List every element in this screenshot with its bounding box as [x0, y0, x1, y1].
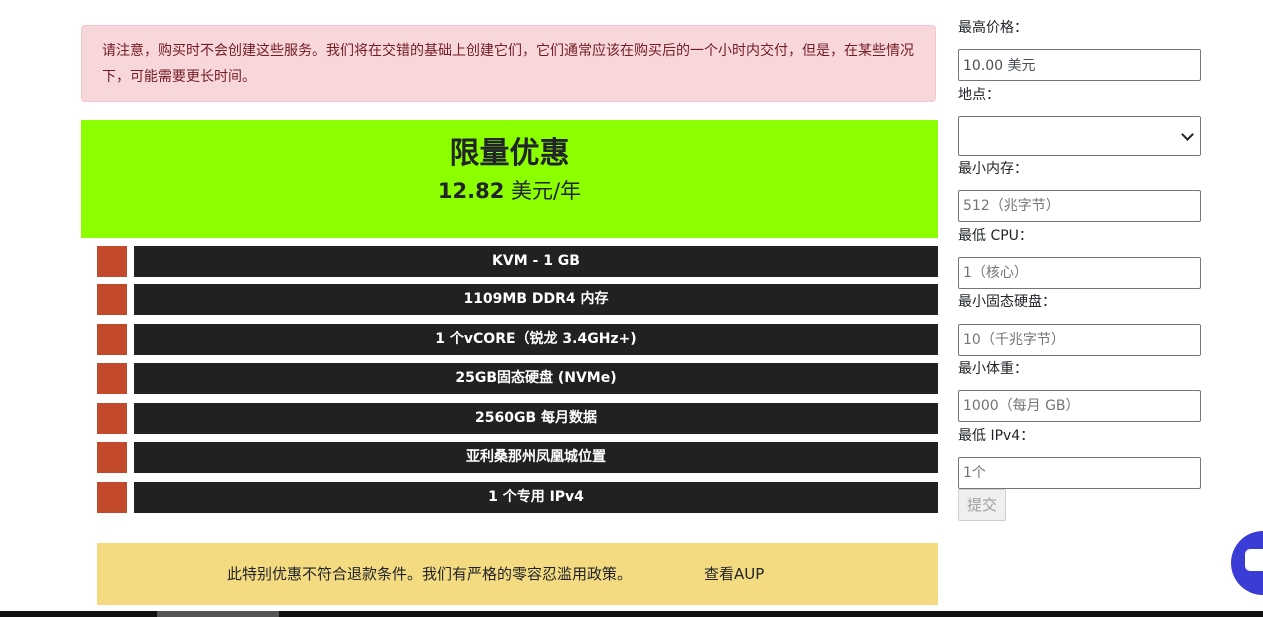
min-bandwidth-input[interactable]	[958, 390, 1201, 422]
max-price-label: 最高价格：	[958, 20, 1028, 36]
spec-marker	[97, 324, 127, 355]
submit-button[interactable]: 提交	[958, 489, 1006, 521]
min-cpu-label: 最低 CPU：	[958, 228, 1033, 244]
min-ssd-input[interactable]	[958, 324, 1201, 356]
min-ram-label: 最小内存：	[958, 161, 1028, 177]
spec-marker	[97, 363, 127, 394]
min-ipv4-label: 最低 IPv4：	[958, 428, 1035, 444]
spec-marker	[97, 482, 127, 513]
spec-row-ram: 1109MB DDR4 内存	[97, 284, 938, 315]
spec-label: 1 个vCORE（锐龙 3.4GHz+)	[134, 324, 938, 355]
spec-label: KVM - 1 GB	[134, 246, 938, 277]
spec-label: 2560GB 每月数据	[134, 403, 938, 434]
spec-label: 1 个专用 IPv4	[134, 482, 938, 513]
spec-row-location: 亚利桑那州凤凰城位置	[97, 442, 938, 473]
min-ram-input[interactable]	[958, 190, 1201, 222]
spec-row-ipv4: 1 个专用 IPv4	[97, 482, 938, 513]
chat-bubble-icon	[1245, 549, 1263, 571]
refund-notice: 此特别优惠不符合退款条件。我们有严格的零容忍滥用政策。 查看AUP	[97, 543, 938, 605]
spec-row-virtualization: KVM - 1 GB	[97, 246, 938, 277]
limited-deal-banner: 限量优惠 12.82 美元/年	[81, 120, 938, 238]
purchase-notice-text: 请注意，购买时不会创建这些服务。我们将在交错的基础上创建它们，它们通常应该在购买…	[102, 43, 914, 85]
deal-price-amount: 12.82	[437, 179, 505, 203]
purchase-notice-alert: 请注意，购买时不会创建这些服务。我们将在交错的基础上创建它们，它们通常应该在购买…	[81, 25, 936, 102]
min-bandwidth-label: 最小体重：	[958, 361, 1028, 377]
max-price-input[interactable]	[958, 49, 1201, 81]
spec-marker	[97, 284, 127, 315]
location-label: 地点：	[958, 87, 1000, 103]
spec-label: 1109MB DDR4 内存	[134, 284, 938, 315]
refund-notice-text: 此特别优惠不符合退款条件。我们有严格的零容忍滥用政策。	[227, 565, 633, 583]
spec-row-cpu: 1 个vCORE（锐龙 3.4GHz+)	[97, 324, 938, 355]
min-ssd-label: 最小固态硬盘：	[958, 294, 1056, 310]
spec-label: 25GB固态硬盘 (NVMe)	[134, 363, 938, 394]
spec-marker	[97, 403, 127, 434]
min-ipv4-input[interactable]	[958, 457, 1201, 489]
chevron-down-icon	[1181, 128, 1194, 141]
deal-price-unit: 美元/年	[511, 179, 582, 203]
spec-marker	[97, 442, 127, 473]
view-aup-link[interactable]: 查看AUP	[704, 543, 764, 605]
spec-row-ssd: 25GB固态硬盘 (NVMe)	[97, 363, 938, 394]
deal-title: 限量优惠	[449, 136, 570, 171]
min-cpu-input[interactable]	[958, 257, 1201, 289]
chat-widget-button[interactable]	[1231, 531, 1263, 595]
spec-row-bandwidth: 2560GB 每月数据	[97, 403, 938, 434]
deal-price: 12.82 美元/年	[81, 176, 938, 206]
horizontal-scrollbar-thumb[interactable]	[157, 611, 279, 617]
spec-marker	[97, 246, 127, 277]
location-select[interactable]	[958, 116, 1201, 156]
spec-label: 亚利桑那州凤凰城位置	[134, 442, 938, 473]
